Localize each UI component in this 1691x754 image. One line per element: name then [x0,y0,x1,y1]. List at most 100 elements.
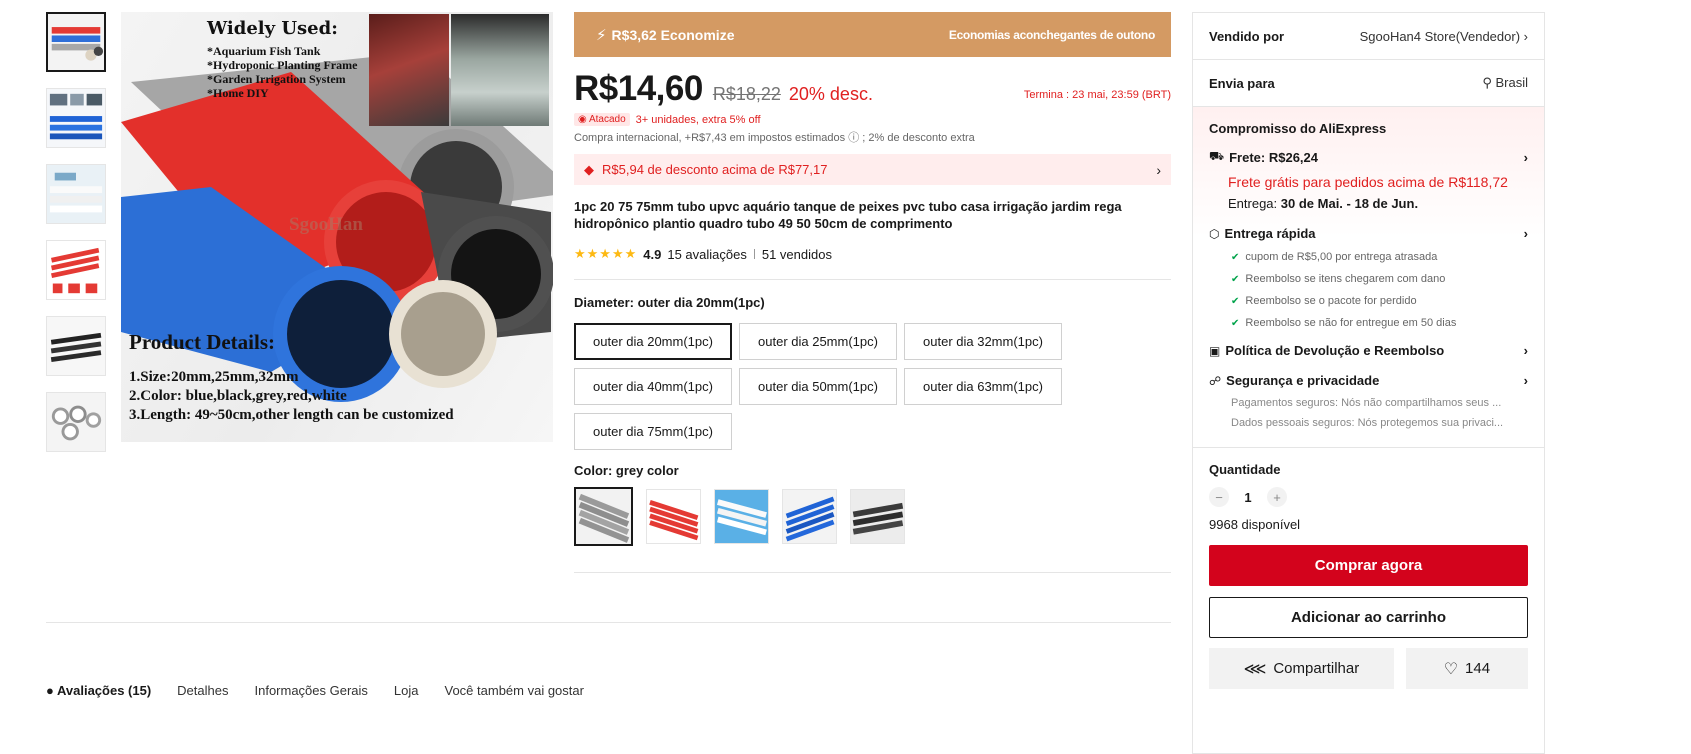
increment-button[interactable]: + [1267,487,1287,507]
image-use-item: *Hydroponic Planting Frame [207,58,358,72]
coupon-banner[interactable]: ◆ R$5,94 de desconto acima de R$77,17 › [574,154,1171,185]
quantity-label: Quantidade [1209,462,1281,477]
product-info: ⚡︎ R$3,62 Economize Economias aconchegan… [574,12,1171,573]
image-detail-item: 1.Size:20mm,25mm,32mm [129,369,299,385]
coupon-tag-icon: ◆ [584,161,594,177]
product-title: 1pc 20 75 75mm tubo upvc aquário tanque … [574,199,1122,231]
diameter-option[interactable]: outer dia 40mm(1pc) [574,368,732,405]
returns-title: Política de Devolução e Reembolso [1225,343,1445,358]
thumbnail-1[interactable] [46,12,106,72]
heart-icon: ♡ [1443,660,1459,678]
fast-delivery-section[interactable]: ⬡ Entrega rápida › ✔ cupom de R$5,00 por e… [1209,226,1528,334]
check-icon: ✔ [1231,251,1240,263]
product-tabs: ● Avaliações (15) Detalhes Informações G… [46,683,610,698]
decrement-button[interactable]: − [1209,487,1229,507]
share-icon: ⋘ [1243,660,1267,678]
return-box-icon: ▣ [1209,343,1221,358]
truck-icon: ⛟ [1209,149,1225,163]
share-row: ⋘ Compartilhar ♡ 144 [1209,648,1528,689]
sold-by-row[interactable]: Vendido por SgooHan4 Store(Vendedor) › [1193,13,1544,59]
thumbnail-list [46,12,108,468]
thumbnail-6[interactable] [46,392,106,452]
location-pin-icon: ● [46,683,57,698]
promo-campaign: Economias aconchegantes de outono [948,27,1155,42]
thumbnail-3[interactable] [46,164,106,224]
seller-name: SgooHan4 Store(Vendedor) › [1359,28,1528,44]
divider [753,249,755,259]
list-item: ✔ Reembolso se itens chegarem com dano [1231,273,1446,285]
chevron-right-icon: › [1523,343,1528,358]
image-use-item: *Garden Irrigation System [207,72,346,86]
star-rating-icon: ★★★★★ [574,246,638,261]
tab-recommendations[interactable]: Você também vai gostar [445,683,584,698]
list-item: ✔ Reembolso se o pacote for perdido [1231,295,1417,307]
swatch-grey[interactable] [574,487,633,546]
image-detail-item: 3.Length: 49~50cm,other length can be cu… [129,407,454,423]
add-to-cart-button[interactable]: Adicionar ao carrinho [1209,597,1528,638]
thumbnail-4[interactable] [46,240,106,300]
wholesale-text: 3+ unidades, extra 5% off [635,113,761,126]
image-details-list: 1.Size:20mm,25mm,32mm 2.Color: blue,blac… [129,368,454,425]
tab-details[interactable]: Detalhes [177,683,228,698]
delivery-estimate: Entrega: 30 de Mai. - 18 de Jun. [1228,196,1419,211]
diameter-option[interactable]: outer dia 63mm(1pc) [904,368,1062,405]
thumbnail-5[interactable] [46,316,106,376]
shield-icon: ☍ [1209,373,1222,388]
thumbnail-2[interactable] [46,88,106,148]
diameter-option[interactable]: outer dia 25mm(1pc) [739,323,897,360]
chevron-right-icon: › [1523,226,1528,241]
free-shipping-note: Frete grátis para pedidos acima de R$118… [1228,174,1508,190]
tab-general-info[interactable]: Informações Gerais [254,683,367,698]
wishlist-button[interactable]: ♡ 144 [1405,648,1528,689]
swatch-white[interactable] [714,489,769,544]
quantity-stepper: − 1 + [1193,487,1544,507]
fast-delivery-title: Entrega rápida [1224,226,1316,241]
shipping-title: Frete: R$26,24 [1229,149,1318,165]
diameter-option[interactable]: outer dia 75mm(1pc) [574,413,732,450]
chevron-right-icon: › [1523,149,1528,165]
image-use-item: *Home DIY [207,86,269,100]
color-swatches [574,487,1171,546]
shipping-section[interactable]: ⛟ Frete: R$26,24 › Frete grátis para pedi… [1209,149,1528,211]
sale-end-time: Termina : 23 mai, 23:59 (BRT) [1023,89,1171,101]
image-detail-item: 2.Color: blue,black,grey,red,white [129,388,347,404]
divider [46,622,1171,623]
list-item: Dados pessoais seguros: Nós protegemos s… [1231,417,1504,429]
image-watermark: SgooHan [289,214,363,235]
swatch-blue[interactable] [782,489,837,544]
chevron-right-icon: › [1156,161,1161,178]
returns-section[interactable]: ▣ Política de Devolução e Reembolso › [1209,343,1528,358]
main-product-image[interactable]: Widely Used: *Aquarium Fish Tank *Hydrop… [121,12,553,442]
buy-now-button[interactable]: Comprar agora [1209,545,1528,586]
diameter-label: Diameter: outer dia 20mm(1pc) [574,295,765,310]
swatch-red[interactable] [646,489,701,544]
ships-to-row[interactable]: Envia para ⚲ Brasil [1193,60,1544,106]
diameter-option[interactable]: outer dia 50mm(1pc) [739,368,897,405]
share-button[interactable]: ⋘ Compartilhar [1209,648,1394,689]
diameter-options: outer dia 20mm(1pc) outer dia 25mm(1pc) … [574,323,1062,450]
promo-banner[interactable]: ⚡︎ R$3,62 Economize Economias aconchegan… [574,12,1171,57]
ships-to-label: Envia para [1209,75,1275,91]
diameter-option[interactable]: outer dia 20mm(1pc) [574,323,732,360]
list-item: ✔ Reembolso se não for entregue em 50 dia… [1231,317,1457,329]
swatch-black[interactable] [850,489,905,544]
security-list: Pagamentos seguros: Nós não compartilham… [1231,393,1528,433]
wholesale-badge: ◉ Atacado [574,113,630,126]
promo-savings: ⚡︎ R$3,62 Economize [596,26,734,44]
quantity-value[interactable]: 1 [1229,490,1267,505]
divider [574,279,1171,280]
reviews-link[interactable]: 15 avaliações [667,247,747,262]
tab-reviews[interactable]: ● Avaliações (15) [46,683,151,698]
sold-count: 51 vendidos [761,246,832,262]
diameter-option[interactable]: outer dia 32mm(1pc) [904,323,1062,360]
box-icon: ⬡ [1209,226,1220,241]
fast-delivery-list: ✔ cupom de R$5,00 por entrega atrasada ✔ R… [1231,246,1528,334]
image-heading: Widely Used: [207,18,338,39]
tax-note: Compra internacional, +R$7,43 em imposto… [574,132,975,144]
commitment-title: Compromisso do AliExpress [1209,121,1387,136]
stock-available: 9968 disponível [1209,517,1301,532]
rating-row: ★★★★★ 4.9 15 avaliações 51 vendidos [574,245,1171,263]
tab-store[interactable]: Loja [394,683,419,698]
image-use-item: *Aquarium Fish Tank [207,44,321,58]
security-section[interactable]: ☍ Segurança e privacidade › Pagamentos se… [1209,373,1528,433]
